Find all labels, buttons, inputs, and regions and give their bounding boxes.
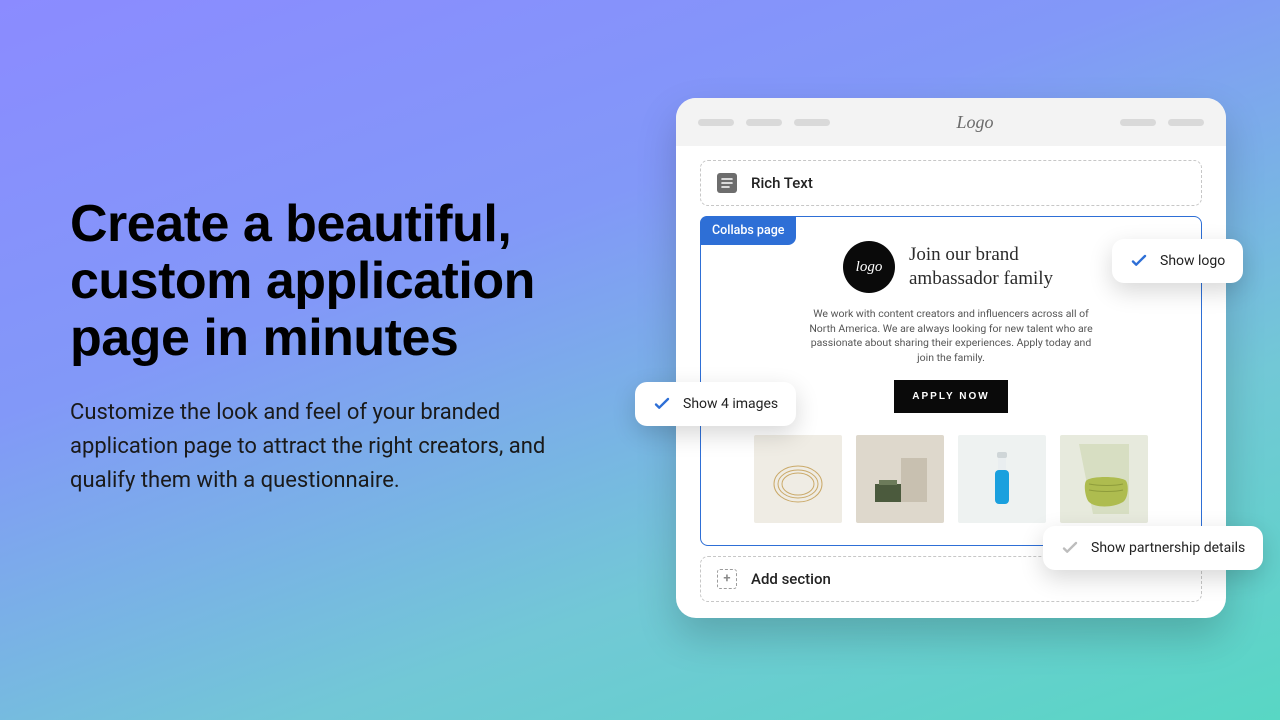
plus-icon: + [717,569,737,589]
check-icon [653,395,671,413]
topbar-right-placeholders [1120,119,1204,126]
rich-text-label: Rich Text [751,174,813,192]
check-icon [1130,252,1148,270]
section-rich-text[interactable]: Rich Text [700,160,1202,206]
hero-body: Customize the look and feel of your bran… [70,396,590,498]
collabs-tag: Collabs page [700,216,796,245]
toggle-show-partnership-details[interactable]: Show partnership details [1043,526,1263,570]
placeholder-pill [746,119,782,126]
hero-copy: Create a beautiful, custom application p… [70,196,590,498]
rich-text-icon [717,173,737,193]
placeholder-pill [1120,119,1156,126]
chip-label: Show partnership details [1091,540,1245,556]
toggle-show-logo[interactable]: Show logo [1112,239,1243,283]
product-image-row [721,435,1181,523]
placeholder-pill [794,119,830,126]
editor-topbar: Logo [676,98,1226,146]
placeholder-pill [1168,119,1204,126]
editor-logo-text: Logo [956,112,993,133]
toggle-show-images[interactable]: Show 4 images [635,382,796,426]
apply-now-button[interactable]: APPLY NOW [894,380,1007,413]
topbar-left-placeholders [698,119,830,126]
brand-title: Join our brand ambassador family [909,243,1059,291]
product-thumb [958,435,1046,523]
hero-title: Create a beautiful, custom application p… [70,196,590,368]
add-section-label: Add section [751,570,831,588]
check-icon [1061,539,1079,557]
brand-logo-circle: logo [843,241,895,293]
chip-label: Show logo [1160,253,1225,269]
chip-label: Show 4 images [683,396,778,412]
marketing-stage: Create a beautiful, custom application p… [0,0,1280,720]
product-thumb [856,435,944,523]
product-thumb [1060,435,1148,523]
product-thumb [754,435,842,523]
brand-blurb: We work with content creators and influe… [801,307,1101,366]
placeholder-pill [698,119,734,126]
